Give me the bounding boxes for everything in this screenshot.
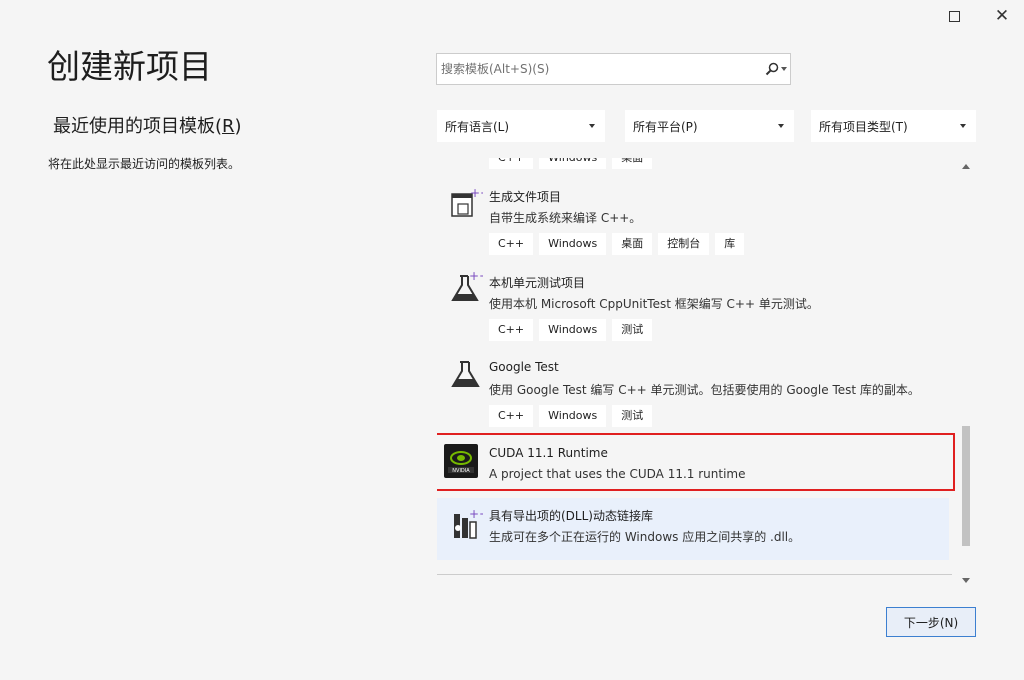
project-type-filter-label: 所有项目类型(T) xyxy=(819,120,908,134)
project-type-filter-dropdown[interactable]: 所有项目类型(T) xyxy=(811,110,976,142)
template-title: Google Test xyxy=(489,360,559,374)
tag: Windows xyxy=(539,233,607,255)
platform-filter-dropdown[interactable]: 所有平台(P) xyxy=(625,110,794,142)
platform-filter-label: 所有平台(P) xyxy=(633,120,698,134)
next-button[interactable]: 下一步(N) xyxy=(886,607,976,637)
tag: 桌面 xyxy=(612,158,653,169)
template-description: 使用本机 Microsoft CppUnitTest 框架编写 C++ 单元测试… xyxy=(489,297,819,311)
tag-list: C++ Windows 测试 xyxy=(489,405,653,427)
tag: 测试 xyxy=(612,405,653,427)
template-title: 具有导出项的(DLL)动态链接库 xyxy=(489,509,653,523)
svg-text:++: ++ xyxy=(470,186,483,200)
template-description: A project that uses the CUDA 11.1 runtim… xyxy=(489,467,746,481)
list-divider xyxy=(437,574,952,575)
vertical-scrollbar[interactable] xyxy=(959,158,974,590)
template-list: C++ Windows 桌面 ++ 生成文件项目 自带生成系统来编译 C++。 … xyxy=(437,158,957,578)
close-icon: ✕ xyxy=(994,5,1010,26)
svg-text:++: ++ xyxy=(469,508,483,521)
language-filter-dropdown[interactable]: 所有语言(L) xyxy=(437,110,605,142)
template-description: 使用 Google Test 编写 C++ 单元测试。包括要使用的 Google… xyxy=(489,383,920,397)
template-description: 自带生成系统来编译 C++。 xyxy=(489,211,642,225)
list-item[interactable]: ++ 具有导出项的(DLL)动态链接库 生成可在多个正在运行的 Windows … xyxy=(437,498,949,560)
svg-text:NVIDIA: NVIDIA xyxy=(452,468,470,474)
search-options-chevron-icon[interactable] xyxy=(781,67,787,71)
search-box[interactable] xyxy=(436,53,791,85)
list-item[interactable]: C++ Windows 桌面 xyxy=(437,158,949,172)
list-item[interactable]: ++ 生成文件项目 自带生成系统来编译 C++。 C++ Windows 桌面 … xyxy=(437,184,949,264)
recent-header-text: 最近使用的项目模板 xyxy=(53,116,215,137)
search-input[interactable] xyxy=(441,54,751,84)
scroll-up-arrow-icon[interactable] xyxy=(962,164,970,169)
tag: Windows xyxy=(539,319,607,341)
chevron-down-icon xyxy=(960,124,966,128)
template-title: 本机单元测试项目 xyxy=(489,276,586,290)
scrollbar-thumb[interactable] xyxy=(962,426,970,546)
list-item-selected[interactable]: NVIDIA CUDA 11.1 Runtime A project that … xyxy=(437,433,955,491)
list-item[interactable]: ++ 本机单元测试项目 使用本机 Microsoft CppUnitTest 框… xyxy=(437,270,949,350)
template-description: 生成可在多个正在运行的 Windows 应用之间共享的 .dll。 xyxy=(489,530,801,544)
search-icon[interactable] xyxy=(765,62,779,76)
tag-list: C++ Windows 桌面 xyxy=(489,158,653,169)
close-button[interactable]: ✕ xyxy=(980,0,1024,32)
maximize-icon xyxy=(948,10,960,22)
recent-header-accesskey: R xyxy=(222,116,235,137)
tag: Windows xyxy=(539,158,607,169)
scroll-down-arrow-icon[interactable] xyxy=(962,578,970,583)
list-item[interactable]: Google Test 使用 Google Test 编写 C++ 单元测试。包… xyxy=(437,356,949,436)
template-title: 生成文件项目 xyxy=(489,190,562,204)
tag: C++ xyxy=(489,233,534,255)
dll-library-icon: ++ xyxy=(454,508,483,539)
tag-list: C++ Windows 桌面 控制台 库 xyxy=(489,233,745,255)
recent-templates-empty-text: 将在此处显示最近访问的模板列表。 xyxy=(48,157,241,171)
flask-icon xyxy=(451,361,480,387)
maximize-button[interactable] xyxy=(932,0,976,32)
tag: C++ xyxy=(489,319,534,341)
tag: Windows xyxy=(539,405,607,427)
tag: 桌面 xyxy=(612,233,653,255)
page-title: 创建新项目 xyxy=(47,47,212,86)
svg-text:++: ++ xyxy=(469,270,483,283)
chevron-down-icon xyxy=(778,124,784,128)
tag: C++ xyxy=(489,158,534,169)
tag-list: C++ Windows 测试 xyxy=(489,319,653,341)
nvidia-logo-icon: NVIDIA xyxy=(444,444,478,478)
language-filter-label: 所有语言(L) xyxy=(445,120,510,134)
template-title: CUDA 11.1 Runtime xyxy=(489,446,608,460)
recent-templates-header: 最近使用的项目模板(R) xyxy=(53,116,242,137)
chevron-down-icon xyxy=(589,124,595,128)
tag: 控制台 xyxy=(658,233,710,255)
tag: 测试 xyxy=(612,319,653,341)
tag: 库 xyxy=(715,233,745,255)
tag: C++ xyxy=(489,405,534,427)
makefile-project-icon: ++ xyxy=(451,186,483,217)
flask-plus-icon: ++ xyxy=(451,270,483,301)
